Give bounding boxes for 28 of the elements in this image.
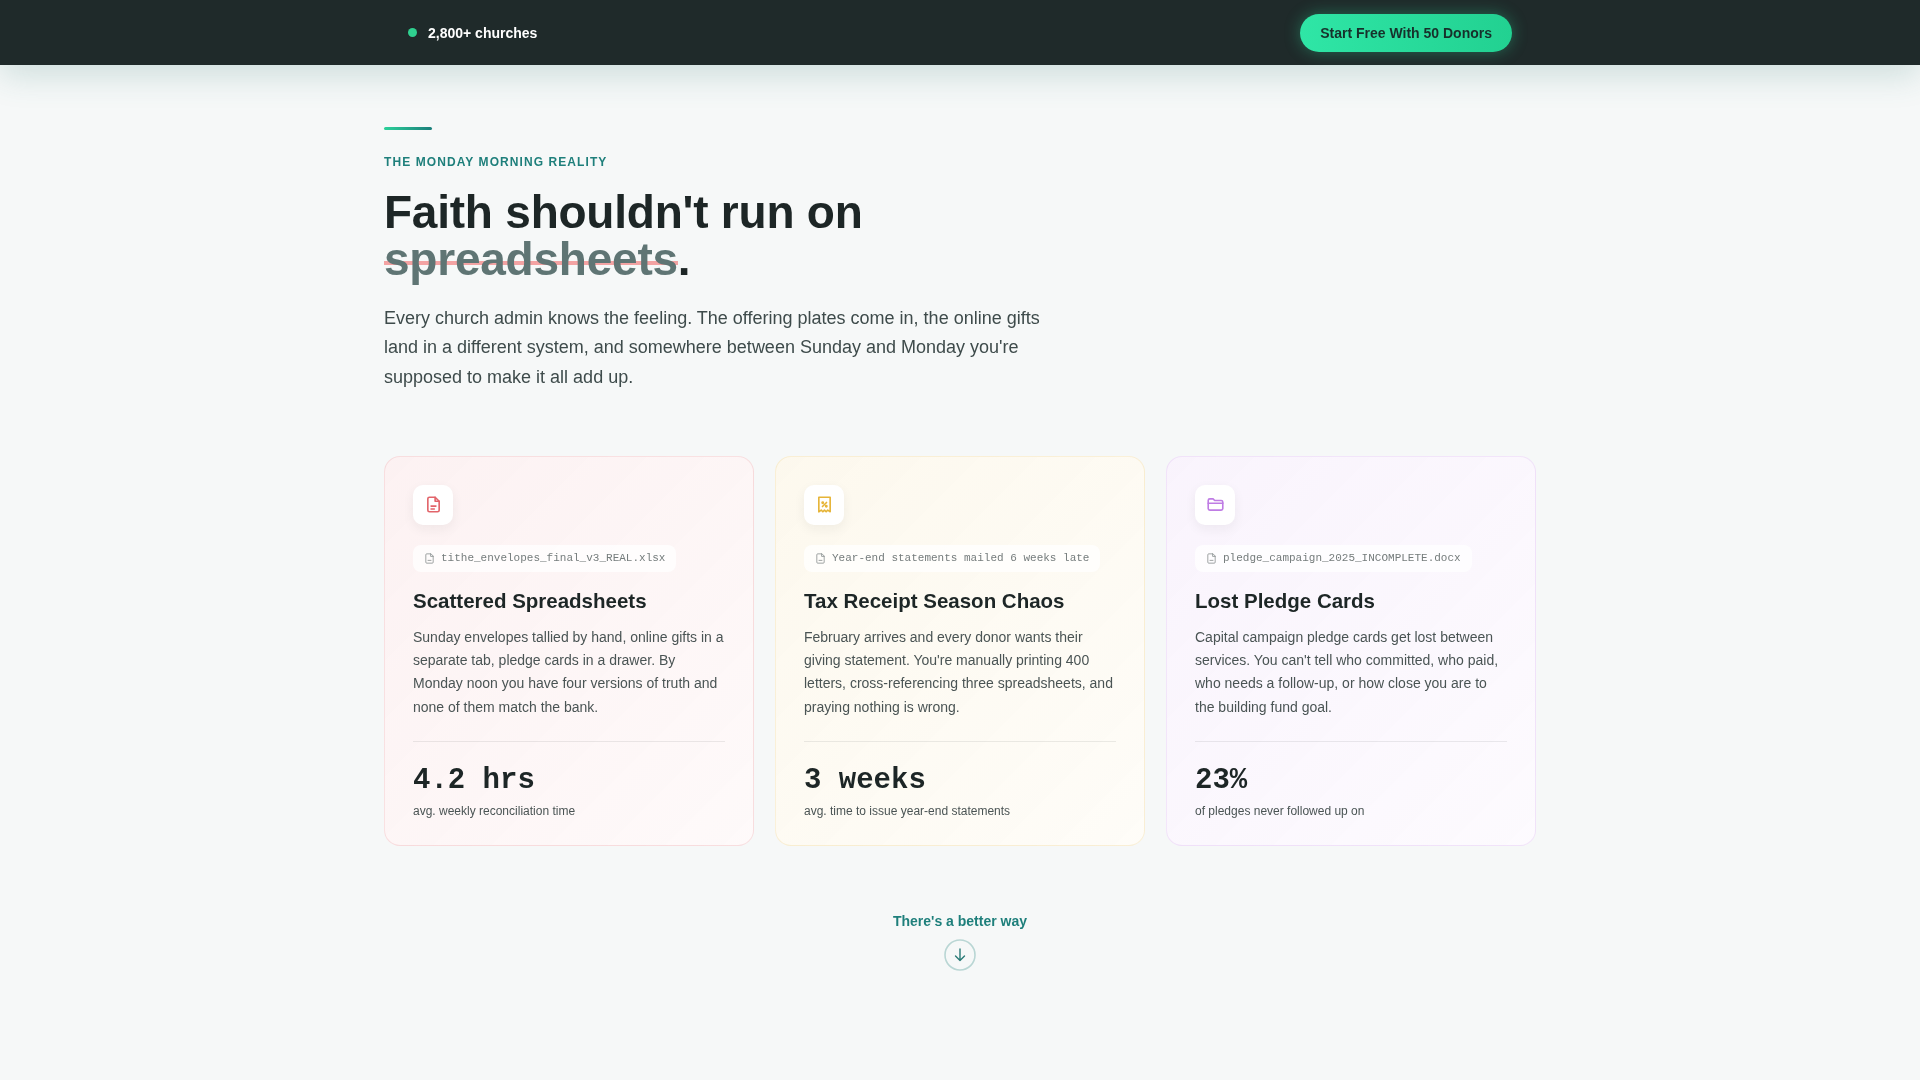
file-icon	[425, 552, 434, 564]
card-title: Scattered Spreadsheets	[413, 587, 647, 614]
stat-value: 3 weeks	[804, 763, 926, 798]
stat-value: 4.2 hrs	[413, 763, 535, 798]
start-free-button[interactable]: Start Free With 50 Donors	[1300, 13, 1512, 52]
card-title: Tax Receipt Season Chaos	[804, 587, 1065, 614]
receipt-icon	[804, 484, 844, 525]
status-dot-icon	[408, 28, 417, 37]
card-description: February arrives and every donor wants their giving statement. You're manually printing 400 letters, cross-referencing three spreadsheets, and praying nothing is wrong.	[804, 627, 1114, 717]
stat-label: avg. weekly reconciliation time	[413, 802, 576, 819]
accent-line	[384, 127, 432, 130]
stat-value: 23%	[1195, 763, 1248, 798]
card-description: Capital campaign pledge cards get lost between services. You can't tell who committed, who paid, who needs a follow-up, or how close you are to the building fund goal.	[1195, 627, 1500, 717]
stat-label: avg. time to issue year-end statements	[804, 802, 1011, 819]
document-icon	[413, 484, 453, 525]
file-name: Year-end statements mailed 6 weeks late	[832, 552, 1090, 565]
folder-icon	[1195, 484, 1235, 525]
better-way-label: There's a better way	[892, 911, 1028, 931]
file-name: pledge_campaign_2025_INCOMPLETE.docx	[1223, 552, 1461, 565]
file-name: tithe_envelopes_final_v3_REAL.xlsx	[441, 552, 666, 565]
intro-paragraph: Every church admin knows the feeling. The offering plates come in, the online gifts land in a different system, and somewhere between Sunday and Monday you're supposed to make it all add up.	[384, 306, 1041, 389]
card-title: Lost Pledge Cards	[1195, 587, 1375, 614]
stat-label: of pledges never followed up on	[1195, 802, 1365, 819]
church-count: 2,800+ churches	[428, 24, 538, 41]
file-icon	[816, 552, 825, 564]
section-eyebrow: THE MONDAY MORNING REALITY	[384, 154, 608, 170]
card-description: Sunday envelopes tallied by hand, online gifts in a separate tab, pledge cards in a drawer. By Monday noon you have four versions of truth and none of them match the bank.	[413, 627, 725, 717]
file-icon	[1207, 552, 1216, 564]
